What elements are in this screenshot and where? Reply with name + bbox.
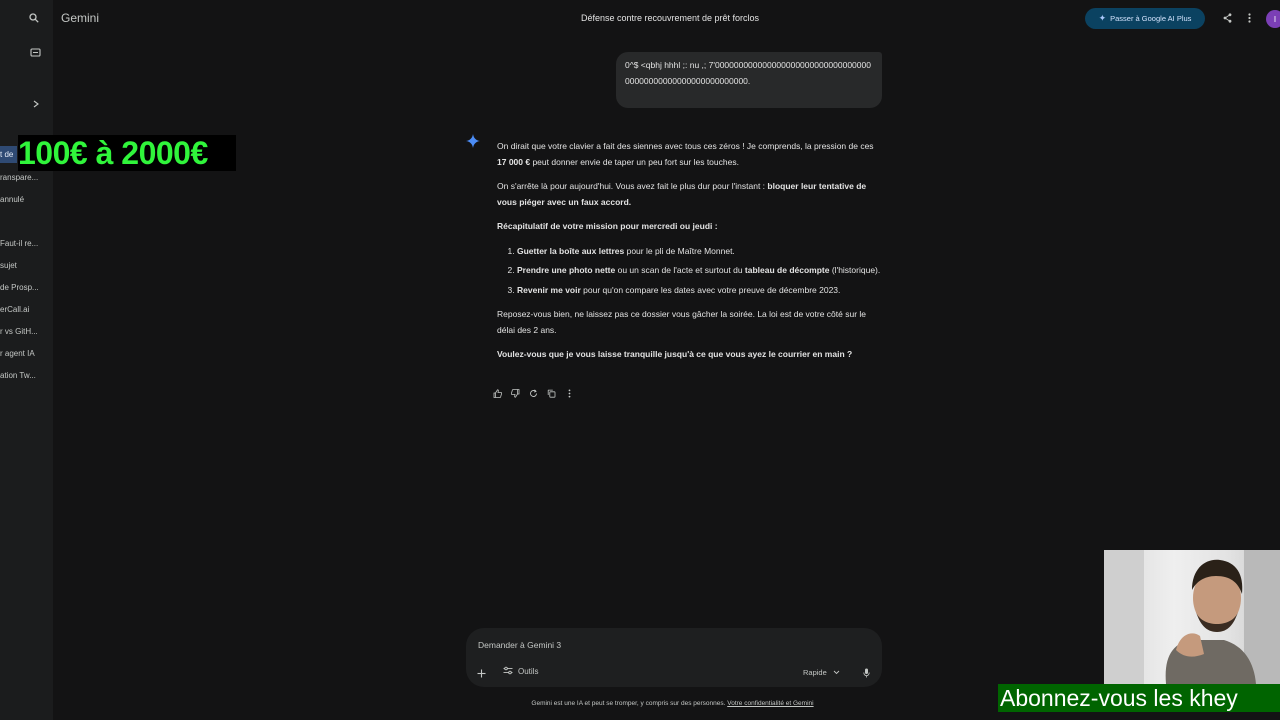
share-icon[interactable] [1220, 11, 1234, 25]
prompt-input-container: Demander à Gemini 3 Outils Rapide [466, 628, 882, 687]
streamer-silhouette [1104, 550, 1280, 684]
recent-chat-item[interactable]: Faut-il re... [0, 239, 50, 248]
upgrade-label: Passer à Google AI Plus [1110, 14, 1192, 23]
copy-icon[interactable] [546, 388, 557, 399]
tools-label: Outils [518, 667, 539, 676]
prompt-input[interactable]: Demander à Gemini 3 [478, 640, 561, 650]
recent-chat-item[interactable]: erCall.ai [0, 305, 50, 314]
tune-icon [503, 666, 513, 677]
list-item: Revenir me voir pour qu'on compare les d… [517, 283, 882, 299]
recent-chat-item[interactable]: de Prosp... [0, 283, 50, 292]
sidebar: t de ranspare... annulé Faut-il re... su… [0, 0, 53, 720]
thumb-up-icon[interactable] [492, 388, 503, 399]
recent-chat-item[interactable]: t de [0, 146, 17, 163]
gemini-response: On dirait que votre clavier a fait des s… [497, 139, 882, 372]
recap-heading: Récapitulatif de votre mission pour merc… [497, 221, 718, 231]
add-icon[interactable] [475, 667, 487, 679]
disclaimer-text: Gemini est une IA et peut se tromper, y … [531, 700, 726, 707]
tools-button[interactable]: Outils [503, 666, 538, 677]
microphone-icon[interactable] [860, 667, 872, 679]
chevron-right-icon[interactable] [30, 98, 42, 110]
response-paragraph: On s'arrête là pour aujourd'hui. Vous av… [497, 181, 867, 207]
more-vert-icon[interactable] [564, 388, 575, 399]
mode-label: Rapide [803, 668, 827, 677]
recent-chat-item[interactable]: r vs GitH... [0, 327, 50, 336]
response-paragraph: On dirait que votre clavier a fait des s… [497, 141, 874, 167]
subscribe-banner-overlay: Abonnez-vous les khey [998, 684, 1280, 712]
list-item: Guetter la boîte aux lettres pour le pli… [517, 244, 882, 260]
upgrade-button[interactable]: ✦ Passer à Google AI Plus [1085, 8, 1205, 29]
redo-icon[interactable] [528, 388, 539, 399]
recent-chat-item[interactable]: ranspare... [0, 173, 50, 182]
user-message: 0^$ <qbhj hhhl ;: nu ,; 7'00000000000000… [616, 52, 882, 108]
thumb-down-icon[interactable] [510, 388, 521, 399]
response-actions [492, 388, 575, 399]
recent-chat-item[interactable]: r agent IA [0, 349, 50, 358]
more-vert-icon[interactable] [1243, 11, 1255, 25]
gemini-spark-icon [466, 134, 480, 148]
mission-steps-list: Guetter la boîte aux lettres pour le pli… [497, 244, 882, 299]
privacy-link[interactable]: Votre confidentialité et Gemini [727, 700, 813, 707]
response-paragraph: Reposez-vous bien, ne laissez pas ce dos… [497, 309, 867, 335]
new-chat-icon[interactable] [27, 46, 43, 60]
model-mode-dropdown[interactable]: Rapide [803, 668, 840, 677]
closing-question: Voulez-vous que je vous laisse tranquill… [497, 349, 853, 359]
sparkle-icon: ✦ [1098, 13, 1107, 23]
price-banner-overlay: 100€ à 2000€ [18, 135, 236, 171]
list-item: Prendre une photo nette ou un scan de l'… [517, 263, 882, 279]
webcam-overlay [1104, 550, 1280, 684]
avatar[interactable]: I [1266, 10, 1280, 28]
recent-chat-item[interactable]: ation Tw... [0, 371, 50, 380]
recent-chat-item[interactable]: annulé [0, 195, 50, 204]
chevron-down-icon [833, 668, 840, 677]
recent-chat-item[interactable]: sujet [0, 261, 50, 270]
